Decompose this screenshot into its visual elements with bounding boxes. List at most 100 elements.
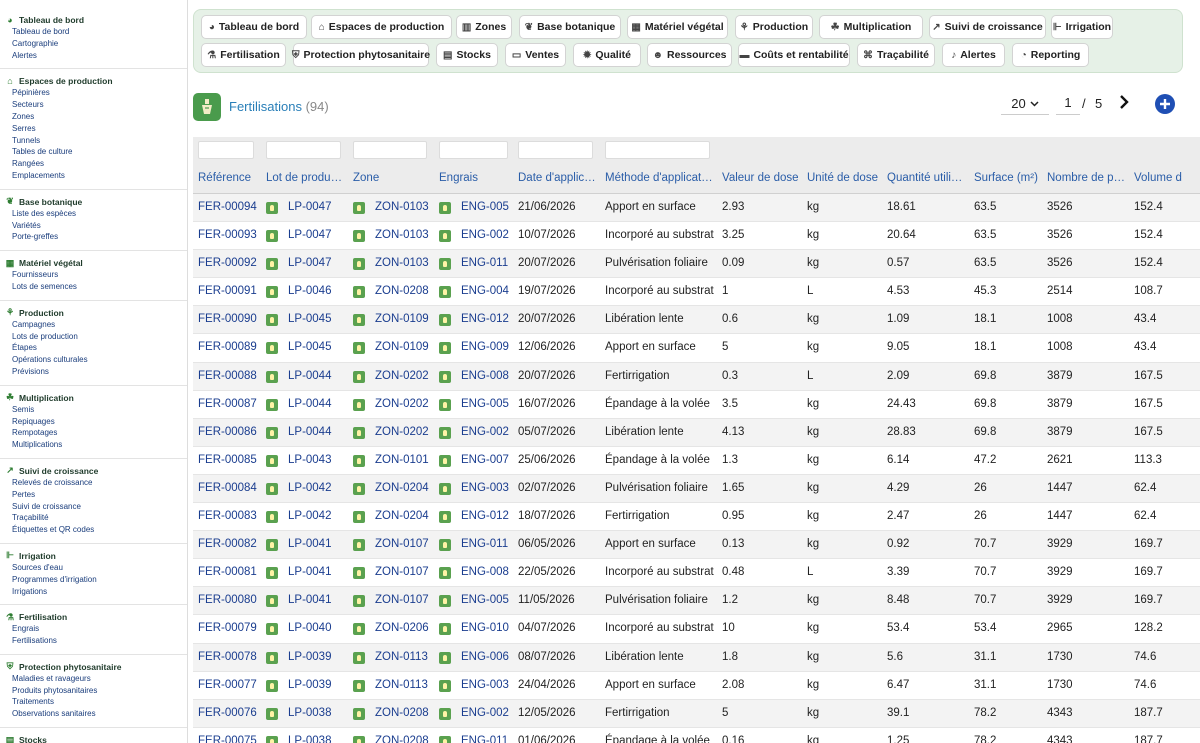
current-page-input[interactable]: 1 (1056, 93, 1080, 115)
table-cell-link[interactable]: ZON-0204 (375, 510, 429, 522)
sidebar-item[interactable]: Irrigations (0, 586, 187, 598)
table-cell-link[interactable]: ZON-0204 (375, 482, 429, 494)
table-cell-link[interactable]: ENG-005 (461, 201, 509, 213)
table-row[interactable]: FER-00087 LP-0044 ZON-0202 ENG-005 16/07/202… (193, 390, 1200, 419)
table-cell-link[interactable]: ENG-004 (461, 285, 509, 297)
sidebar-item[interactable]: Engrais (0, 623, 187, 635)
sidebar-item[interactable]: Sources d'eau (0, 562, 187, 574)
table-cell-link[interactable]: FER-00082 (198, 538, 257, 550)
table-cell-link[interactable]: LP-0038 (288, 735, 331, 743)
table-cell-link[interactable]: ENG-002 (461, 707, 509, 719)
sidebar-section-header[interactable]: ⚘ Production (0, 307, 187, 319)
table-cell-link[interactable]: FER-00086 (198, 426, 257, 438)
table-cell-link[interactable]: ZON-0202 (375, 370, 429, 382)
table-cell-link[interactable]: ENG-012 (461, 313, 509, 325)
table-cell-link[interactable]: ENG-003 (461, 679, 509, 691)
table-cell-link[interactable]: FER-00075 (198, 735, 257, 743)
column-header[interactable]: Zone (353, 172, 379, 184)
nav-button[interactable]: ♪ Alertes (942, 43, 1005, 67)
table-cell-link[interactable]: LP-0047 (288, 201, 331, 213)
nav-button[interactable]: ⚗ Fertilisation (201, 43, 286, 67)
table-cell-link[interactable]: FER-00088 (198, 370, 257, 382)
sidebar-item[interactable]: Lots de production (0, 331, 187, 343)
sidebar-item[interactable]: Secteurs (0, 99, 187, 111)
sidebar-item[interactable]: Pépinières (0, 87, 187, 99)
table-cell-link[interactable]: ZON-0206 (375, 622, 429, 634)
table-row[interactable]: FER-00082 LP-0041 ZON-0107 ENG-011 06/05/202… (193, 531, 1200, 560)
nav-button[interactable]: ▬ Coûts et rentabilité (738, 43, 850, 67)
sidebar-section-header[interactable]: ⊩ Irrigation (0, 550, 187, 562)
table-cell-link[interactable]: ENG-008 (461, 370, 509, 382)
column-header[interactable]: Quantité utili… (887, 172, 962, 184)
table-cell-link[interactable]: LP-0041 (288, 594, 331, 606)
table-cell-link[interactable]: FER-00084 (198, 482, 257, 494)
sidebar-item[interactable]: Rangées (0, 158, 187, 170)
table-cell-link[interactable]: ZON-0113 (375, 651, 428, 663)
sidebar-item[interactable]: Semis (0, 404, 187, 416)
sidebar-section-header[interactable]: ▤ Stocks (0, 734, 187, 743)
sidebar-item[interactable]: Cartographie (0, 38, 187, 50)
table-cell-link[interactable]: LP-0042 (288, 482, 331, 494)
sidebar-item[interactable]: Variétés (0, 220, 187, 232)
page-size-select[interactable]: 20 (1001, 93, 1049, 115)
sidebar-item[interactable]: Observations sanitaires (0, 708, 187, 720)
sidebar-item[interactable]: Suivi de croissance (0, 501, 187, 513)
table-cell-link[interactable]: ZON-0107 (375, 566, 429, 578)
sidebar-item[interactable]: Multiplications (0, 439, 187, 451)
column-header[interactable]: Engrais (439, 172, 478, 184)
nav-button[interactable]: ⛨ Protection phytosanitaire (292, 43, 430, 67)
table-cell-link[interactable]: LP-0040 (288, 622, 331, 634)
table-cell-link[interactable]: LP-0045 (288, 341, 331, 353)
table-cell-link[interactable]: FER-00087 (198, 398, 257, 410)
table-cell-link[interactable]: ZON-0103 (375, 201, 429, 213)
table-cell-link[interactable]: LP-0044 (288, 426, 331, 438)
table-cell-link[interactable]: LP-0044 (288, 370, 331, 382)
table-row[interactable]: FER-00078 LP-0039 ZON-0113 ENG-006 08/07/202… (193, 643, 1200, 672)
table-cell-link[interactable]: LP-0047 (288, 257, 331, 269)
table-cell-link[interactable]: LP-0044 (288, 398, 331, 410)
nav-button[interactable]: ☘ Multiplication (819, 15, 923, 39)
sidebar-item[interactable]: Programmes d'irrigation (0, 574, 187, 586)
table-cell-link[interactable]: FER-00078 (198, 651, 257, 663)
table-cell-link[interactable]: ZON-0109 (375, 313, 429, 325)
sidebar-section-header[interactable]: ▦ Matériel végétal (0, 257, 187, 269)
table-cell-link[interactable]: ENG-005 (461, 594, 509, 606)
table-cell-link[interactable]: LP-0047 (288, 229, 331, 241)
next-page-button[interactable] (1116, 92, 1132, 112)
table-cell-link[interactable]: FER-00085 (198, 454, 257, 466)
table-cell-link[interactable]: LP-0046 (288, 285, 331, 297)
sidebar-item[interactable]: Étapes (0, 342, 187, 354)
table-cell-link[interactable]: ZON-0107 (375, 594, 429, 606)
column-filter-input[interactable] (353, 141, 427, 159)
table-row[interactable]: FER-00089 LP-0045 ZON-0109 ENG-009 12/06/202… (193, 334, 1200, 363)
sidebar-item[interactable]: Alertes (0, 50, 187, 62)
nav-button[interactable]: ↗ Suivi de croissance (929, 15, 1046, 39)
sidebar-item[interactable]: Relevés de croissance (0, 477, 187, 489)
table-cell-link[interactable]: ZON-0208 (375, 735, 429, 743)
sidebar-section-header[interactable]: ⚗ Fertilisation (0, 611, 187, 623)
table-cell-link[interactable]: FER-00083 (198, 510, 257, 522)
column-filter-input[interactable] (605, 141, 710, 159)
nav-button[interactable]: ◕ Tableau de bord (201, 15, 307, 39)
table-row[interactable]: FER-00083 LP-0042 ZON-0204 ENG-012 18/07/202… (193, 503, 1200, 532)
sidebar-item[interactable]: Liste des espèces (0, 208, 187, 220)
table-cell-link[interactable]: LP-0041 (288, 566, 331, 578)
column-header[interactable]: Surface (m²) (974, 172, 1038, 184)
table-cell-link[interactable]: ENG-007 (461, 454, 509, 466)
table-row[interactable]: FER-00094 LP-0047 ZON-0103 ENG-005 21/06/202… (193, 194, 1200, 223)
nav-button[interactable]: ✹ Qualité (573, 43, 641, 67)
table-cell-link[interactable]: ENG-003 (461, 482, 509, 494)
table-cell-link[interactable]: FER-00094 (198, 201, 257, 213)
sidebar-section-header[interactable]: ↗ Suivi de croissance (0, 465, 187, 477)
column-header[interactable]: Nombre de p… (1047, 172, 1125, 184)
nav-button[interactable]: ⊩ Irrigation (1051, 15, 1113, 39)
table-row[interactable]: FER-00093 LP-0047 ZON-0103 ENG-002 10/07/202… (193, 222, 1200, 251)
nav-button[interactable]: ▤ Stocks (436, 43, 498, 67)
table-row[interactable]: FER-00076 LP-0038 ZON-0208 ENG-002 12/05/202… (193, 699, 1200, 728)
sidebar-item[interactable]: Serres (0, 123, 187, 135)
sidebar-item[interactable]: Prévisions (0, 366, 187, 378)
table-cell-link[interactable]: ENG-010 (461, 622, 509, 634)
sidebar-item[interactable]: Étiquettes et QR codes (0, 524, 187, 536)
table-cell-link[interactable]: ZON-0202 (375, 426, 429, 438)
nav-button[interactable]: ⌂ Espaces de production (311, 15, 452, 39)
